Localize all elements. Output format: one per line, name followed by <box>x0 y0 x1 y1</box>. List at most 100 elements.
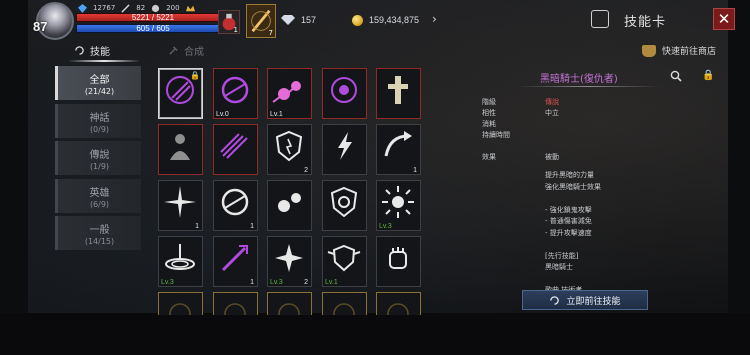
card-level: Lv.3 <box>161 279 174 286</box>
category-count: (14/15) <box>84 237 115 246</box>
skill-card[interactable] <box>376 292 421 315</box>
skill-card[interactable] <box>322 68 367 119</box>
category-general[interactable]: 一般 (14/15) <box>55 216 141 250</box>
category-sidebar: 全部 (21/42) 神話 (0/9) 傳說 (1/9) 英雄 (6/9) 一般… <box>55 66 141 254</box>
category-mythic[interactable]: 神話 (0/9) <box>55 103 141 138</box>
close-button[interactable]: ✕ <box>713 8 735 30</box>
skill-card[interactable] <box>267 180 312 231</box>
card-level: Lv.0 <box>216 111 229 118</box>
skill-card[interactable] <box>267 292 312 315</box>
category-all[interactable]: 全部 (21/42) <box>55 66 141 100</box>
category-name: 英雄 <box>89 187 110 199</box>
skill-card[interactable] <box>322 180 367 231</box>
white-fireball-icon <box>271 184 307 220</box>
category-count: (0/9) <box>89 124 110 134</box>
skill-card[interactable] <box>158 292 203 315</box>
card-count: 1 <box>195 223 199 230</box>
category-name: 傳說 <box>89 150 110 161</box>
card-count: 2 <box>304 279 308 286</box>
skill-card[interactable]: 2 <box>267 124 312 175</box>
currency-gem-value: 157 <box>301 15 317 25</box>
stat-b-value: 200 <box>166 4 180 12</box>
card-count: 2 <box>304 167 308 174</box>
page-title: 技能卡 <box>624 15 667 30</box>
lightning-icon <box>326 128 362 164</box>
skill-card[interactable] <box>322 124 367 175</box>
skill-card[interactable] <box>376 236 421 287</box>
card-count: 1 <box>413 167 417 174</box>
goto-skill-button[interactable]: 立即前往技能 <box>522 290 648 310</box>
tab-skill[interactable]: 技能 <box>74 43 110 58</box>
stats-row: 12767 82 200 <box>78 3 195 13</box>
attr-label: 相性 <box>482 109 496 117</box>
skill-card[interactable]: Lv.3 2 <box>267 236 312 287</box>
purple-eye-icon <box>326 72 362 108</box>
right-rail <box>728 0 750 355</box>
wing-shield-icon <box>326 240 362 276</box>
hp-bar: 5221 / 5221 <box>76 13 230 22</box>
sword-icon <box>121 3 130 13</box>
skill-card[interactable]: Lv.3 <box>376 180 421 231</box>
mp-bar: 605 / 605 <box>76 24 230 33</box>
burst-icon <box>162 184 198 220</box>
potion-slot[interactable]: 1 <box>218 10 240 34</box>
shield-emblem-icon <box>326 184 362 220</box>
card-count: 1 <box>250 223 254 230</box>
category-count: (21/42) <box>84 87 115 96</box>
tab-skill-label: 技能 <box>90 47 110 58</box>
skill-card[interactable]: 1 <box>376 124 421 175</box>
skill-card[interactable] <box>213 292 258 315</box>
bottom-bar <box>0 313 750 355</box>
mp-text: 605 / 605 <box>136 24 170 33</box>
stat-a-value: 82 <box>136 4 146 12</box>
skill-card[interactable]: Lv.3 <box>158 236 203 287</box>
curved-arrow-icon <box>380 128 416 164</box>
detail-panel: 黑暗騎士(復仇者) 🔒 階級 傳說 相性 中立 消耗 持續時間 效果 被動 提升… <box>470 64 725 314</box>
tab-underline <box>68 60 140 62</box>
card-level: Lv.3 <box>379 223 392 230</box>
attr-label: 持續時間 <box>482 131 510 139</box>
money-bag-icon <box>642 44 656 57</box>
attr-label: 消耗 <box>482 120 496 128</box>
radiant-sun-icon <box>380 184 416 220</box>
skill-card[interactable]: Lv.1 <box>322 236 367 287</box>
white-slash-icon <box>217 184 253 220</box>
card-count: 1 <box>250 279 254 286</box>
shield-icon <box>271 128 307 164</box>
tab-synthesis[interactable]: 合成 <box>168 43 204 58</box>
shop-link[interactable]: 快速前往商店 <box>642 44 716 57</box>
skill-card[interactable]: 1 <box>213 236 258 287</box>
hp-text: 5221 / 5221 <box>131 13 175 22</box>
fist-icon <box>380 240 416 276</box>
skill-card[interactable]: Lv.0 <box>213 68 258 119</box>
purple-sword-icon <box>217 240 253 276</box>
card-level: Lv.1 <box>325 279 338 286</box>
category-name: 一般 <box>89 225 110 236</box>
skill-card[interactable] <box>322 292 367 315</box>
faded-icon <box>271 296 307 315</box>
skill-card[interactable] <box>376 68 421 119</box>
skill-card[interactable] <box>158 124 203 175</box>
category-name: 全部 <box>89 75 110 86</box>
faded-icon <box>162 296 198 315</box>
attr-value: 中立 <box>545 109 559 117</box>
skill-card[interactable]: Lv.1 <box>267 68 312 119</box>
lock-icon[interactable]: 🔒 <box>702 70 714 81</box>
search-icon[interactable] <box>670 70 682 82</box>
pink-fireball-icon <box>271 72 307 108</box>
skill-slot[interactable]: 7 <box>246 4 276 38</box>
attr-value: 傳說 <box>545 98 559 106</box>
skill-card[interactable]: 1 <box>158 180 203 231</box>
hammer-icon <box>169 46 178 55</box>
category-hero[interactable]: 英雄 (6/9) <box>55 178 141 213</box>
faded-icon <box>326 296 362 315</box>
chevron-right-icon[interactable]: › <box>432 12 437 26</box>
currency-gold: 159,434,875 <box>352 13 419 27</box>
skill-card[interactable] <box>213 124 258 175</box>
skill-card[interactable]: 1 <box>213 180 258 231</box>
skill-card[interactable]: 🔒 <box>158 68 203 119</box>
shop-link-label: 快速前往商店 <box>662 47 717 57</box>
left-rail <box>0 0 28 355</box>
cross-pillar-icon <box>380 72 416 108</box>
category-legend[interactable]: 傳說 (1/9) <box>55 141 141 175</box>
